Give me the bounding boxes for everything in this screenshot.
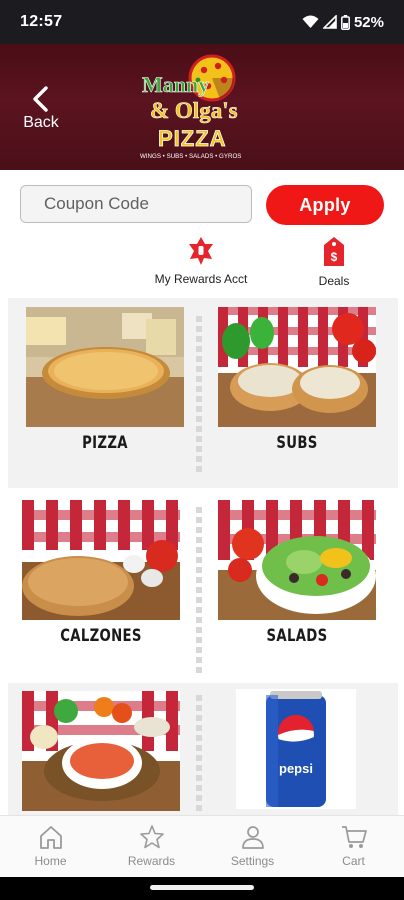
bottom-nav: Home Rewards Settings Cart — [0, 815, 404, 877]
row-divider — [196, 507, 202, 673]
rewards-acct-label: My Rewards Acct — [154, 272, 248, 286]
category-row: CALZONES SALADS — [8, 495, 398, 685]
salads-photo — [218, 500, 376, 620]
battery-percent: 52% — [353, 13, 384, 31]
deals-tag-icon: $ — [324, 237, 344, 266]
category-tile-pizza[interactable]: PIZZA — [26, 307, 184, 477]
nav-rewards-label: Rewards — [127, 854, 176, 868]
signal-icon — [322, 15, 337, 29]
logo-line-1: Manny — [142, 72, 209, 97]
my-rewards-acct-link[interactable]: My Rewards Acct — [152, 236, 250, 292]
category-row: PIZZA SUBS — [8, 298, 398, 488]
nav-home[interactable]: Home — [0, 816, 101, 877]
gesture-area — [0, 877, 404, 900]
nav-cart[interactable]: Cart — [303, 816, 404, 877]
pepsi-can-photo: pepsi — [236, 689, 356, 809]
app-screen: 12:57 52% Back Manny & Olga's PIZZA WING… — [0, 0, 404, 900]
pizza-photo — [26, 307, 184, 427]
chevron-left-icon — [33, 86, 48, 112]
nav-cart-label: Cart — [342, 854, 365, 868]
coupon-row: Apply — [20, 183, 384, 225]
logo-line-2: & Olga's — [150, 98, 238, 123]
category-tile-pasta[interactable] — [22, 691, 180, 818]
back-label: Back — [23, 114, 59, 131]
apply-button[interactable]: Apply — [266, 185, 384, 225]
status-icons: 52% — [302, 14, 384, 31]
wifi-icon — [302, 15, 319, 28]
category-tile-subs[interactable]: SUBS — [218, 307, 376, 477]
battery-icon — [341, 14, 350, 30]
rewards-badge-icon — [189, 237, 213, 265]
category-label: CALZONES — [60, 626, 142, 646]
category-tile-drinks[interactable]: pepsi — [236, 689, 356, 816]
category-label: SUBS — [276, 433, 318, 453]
deals-label: Deals — [318, 274, 350, 288]
category-label: SALADS — [266, 626, 328, 646]
nav-settings-label: Settings — [230, 854, 275, 868]
nav-settings[interactable]: Settings — [202, 816, 303, 877]
home-gesture-bar[interactable] — [150, 885, 254, 890]
nav-home-label: Home — [34, 854, 67, 868]
subs-photo — [218, 307, 376, 427]
category-tile-calzones[interactable]: CALZONES — [22, 500, 180, 670]
category-row: pepsi — [8, 683, 398, 818]
back-button[interactable]: Back — [18, 86, 64, 136]
coupon-code-input[interactable] — [20, 185, 252, 223]
logo-tagline: WINGS • SUBS • SALADS • GYROS — [140, 153, 241, 160]
star-icon — [139, 825, 164, 849]
row-divider — [196, 316, 202, 476]
app-header: Back Manny & Olga's PIZZA WINGS • SUBS •… — [0, 44, 404, 170]
logo-line-3: PIZZA — [158, 126, 227, 151]
calzones-photo — [22, 500, 180, 620]
svg-text:$: $ — [331, 250, 338, 264]
pasta-photo — [22, 691, 180, 811]
nav-rewards[interactable]: Rewards — [101, 816, 202, 877]
category-tile-salads[interactable]: SALADS — [218, 500, 376, 670]
cart-icon — [341, 826, 367, 848]
deals-link[interactable]: $ Deals — [306, 236, 362, 292]
restaurant-logo: Manny & Olga's PIZZA WINGS • SUBS • SALA… — [140, 54, 241, 160]
svg-text:pepsi: pepsi — [279, 761, 313, 776]
home-icon — [39, 826, 62, 849]
status-bar: 12:57 52% — [0, 0, 404, 44]
person-icon — [241, 826, 264, 849]
status-time: 12:57 — [20, 13, 63, 30]
row-divider — [196, 695, 202, 818]
category-label: PIZZA — [82, 433, 128, 453]
